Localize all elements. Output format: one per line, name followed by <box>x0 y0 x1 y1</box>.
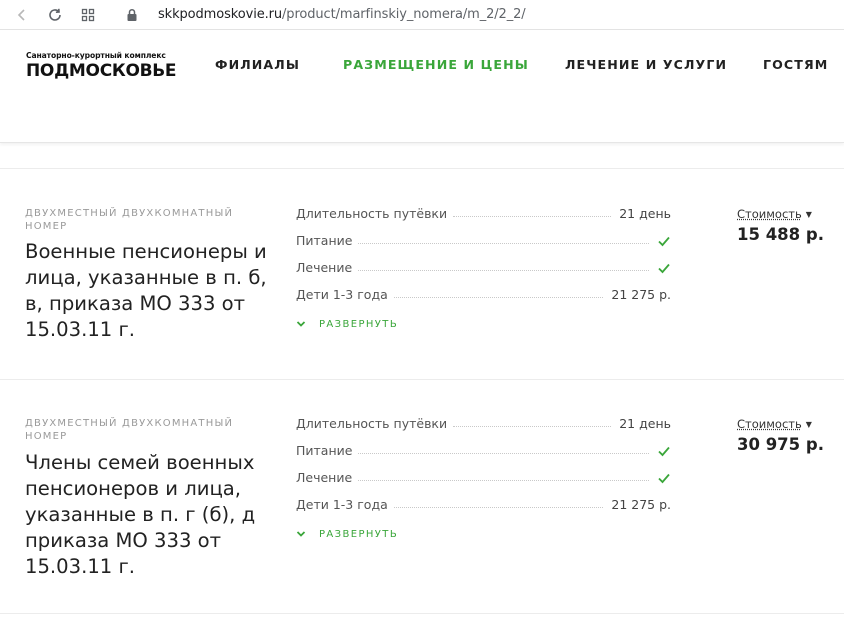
param-kids: Дети 1-3 года 21 275 р. <box>296 281 671 308</box>
dotted-leader <box>358 243 649 244</box>
chevron-down-icon <box>296 321 306 327</box>
dotted-leader <box>453 216 612 217</box>
tariff-title: Военные пенсионеры и лица, указанные в п… <box>25 240 267 341</box>
caret-down-icon: ▼ <box>805 420 812 429</box>
checkmark-icon <box>658 446 670 456</box>
url-path: /product/marfinskiy_nomera/m_2/2_2/ <box>282 7 526 22</box>
expand-button[interactable]: РАЗВЕРНУТЬ <box>296 313 671 335</box>
nav-item-treatment-services[interactable]: ЛЕЧЕНИЕ И УСЛУГИ <box>565 57 727 72</box>
price-value: 30 975 р. <box>737 435 824 454</box>
param-label: Питание <box>296 233 359 248</box>
param-duration: Длительность путёвки 21 день <box>296 200 671 227</box>
checkmark-icon <box>658 236 670 246</box>
room-type-label: ДВУХМЕСТНЫЙ ДВУХКОМНАТНЫЙ НОМЕР <box>25 418 234 442</box>
expand-label: РАЗВЕРНУТЬ <box>319 528 399 540</box>
lock-icon <box>122 5 142 25</box>
room-type-label: ДВУХМЕСТНЫЙ ДВУХКОМНАТНЫЙ НОМЕР <box>25 208 234 232</box>
param-label: Лечение <box>296 260 359 275</box>
dotted-leader <box>358 480 649 481</box>
price-sort-toggle[interactable]: Стоимость ▼ <box>737 417 837 431</box>
param-meals: Питание <box>296 227 671 254</box>
nav-item-guests[interactable]: ГОСТЯМ <box>763 57 828 72</box>
param-duration: Длительность путёвки 21 день <box>296 410 671 437</box>
param-meals: Питание <box>296 437 671 464</box>
browser-toolbar: skkpodmoskovie.ru/product/marfinskiy_nom… <box>0 0 844 30</box>
nav-item-branches[interactable]: ФИЛИАЛЫ <box>215 57 300 72</box>
param-label: Дети 1-3 года <box>296 497 394 512</box>
param-label: Лечение <box>296 470 359 485</box>
nav-item-accommodation-prices[interactable]: РАЗМЕЩЕНИЕ И ЦЕНЫ <box>343 57 529 72</box>
dotted-leader <box>393 507 604 508</box>
param-treatment: Лечение <box>296 254 671 281</box>
price-label: Стоимость <box>737 417 802 431</box>
dotted-leader <box>358 453 649 454</box>
url-domain: skkpodmoskovie.ru <box>158 7 283 22</box>
param-treatment: Лечение <box>296 464 671 491</box>
param-label: Длительность путёвки <box>296 206 454 221</box>
dotted-leader <box>393 297 604 298</box>
expand-label: РАЗВЕРНУТЬ <box>319 318 399 330</box>
tariff-params: Длительность путёвки 21 день Питание Леч… <box>296 200 671 335</box>
param-label: Длительность путёвки <box>296 416 454 431</box>
chevron-down-icon <box>296 531 306 537</box>
checkmark-icon <box>658 263 670 273</box>
param-label: Дети 1-3 года <box>296 287 394 302</box>
param-kids: Дети 1-3 года 21 275 р. <box>296 491 671 518</box>
param-value: 21 день <box>611 416 671 431</box>
tariff-row: ДВУХМЕСТНЫЙ ДВУХКОМНАТНЫЙ НОМЕР Члены се… <box>0 380 844 614</box>
price-value: 15 488 р. <box>737 225 824 244</box>
param-value: 21 день <box>611 206 671 221</box>
reload-icon[interactable] <box>45 5 65 25</box>
price-sort-toggle[interactable]: Стоимость ▼ <box>737 207 837 221</box>
param-label: Питание <box>296 443 359 458</box>
dotted-leader <box>453 426 612 427</box>
tariff-title: Члены семей военных пенсионеров и лица, … <box>25 451 256 578</box>
param-value: 21 275 р. <box>603 287 671 302</box>
tariff-row: ДВУХМЕСТНЫЙ ДВУХКОМНАТНЫЙ НОМЕР Военные … <box>0 169 844 380</box>
site-header: Санаторно-курортный комплекс ПОДМОСКОВЬЕ… <box>0 30 844 143</box>
param-value: 21 275 р. <box>603 497 671 512</box>
caret-down-icon: ▼ <box>805 210 812 219</box>
tariff-params: Длительность путёвки 21 день Питание Леч… <box>296 410 671 545</box>
dotted-leader <box>358 270 649 271</box>
price-block: Стоимость ▼ 15 488 р. <box>737 207 837 244</box>
price-label: Стоимость <box>737 207 802 221</box>
address-bar[interactable]: skkpodmoskovie.ru/product/marfinskiy_nom… <box>158 7 526 22</box>
apps-grid-icon[interactable] <box>78 5 98 25</box>
checkmark-icon <box>658 473 670 483</box>
price-block: Стоимость ▼ 30 975 р. <box>737 417 837 454</box>
expand-button[interactable]: РАЗВЕРНУТЬ <box>296 523 671 545</box>
main-nav: ФИЛИАЛЫ РАЗМЕЩЕНИЕ И ЦЕНЫ ЛЕЧЕНИЕ И УСЛУ… <box>0 57 844 73</box>
back-icon[interactable] <box>12 5 32 25</box>
